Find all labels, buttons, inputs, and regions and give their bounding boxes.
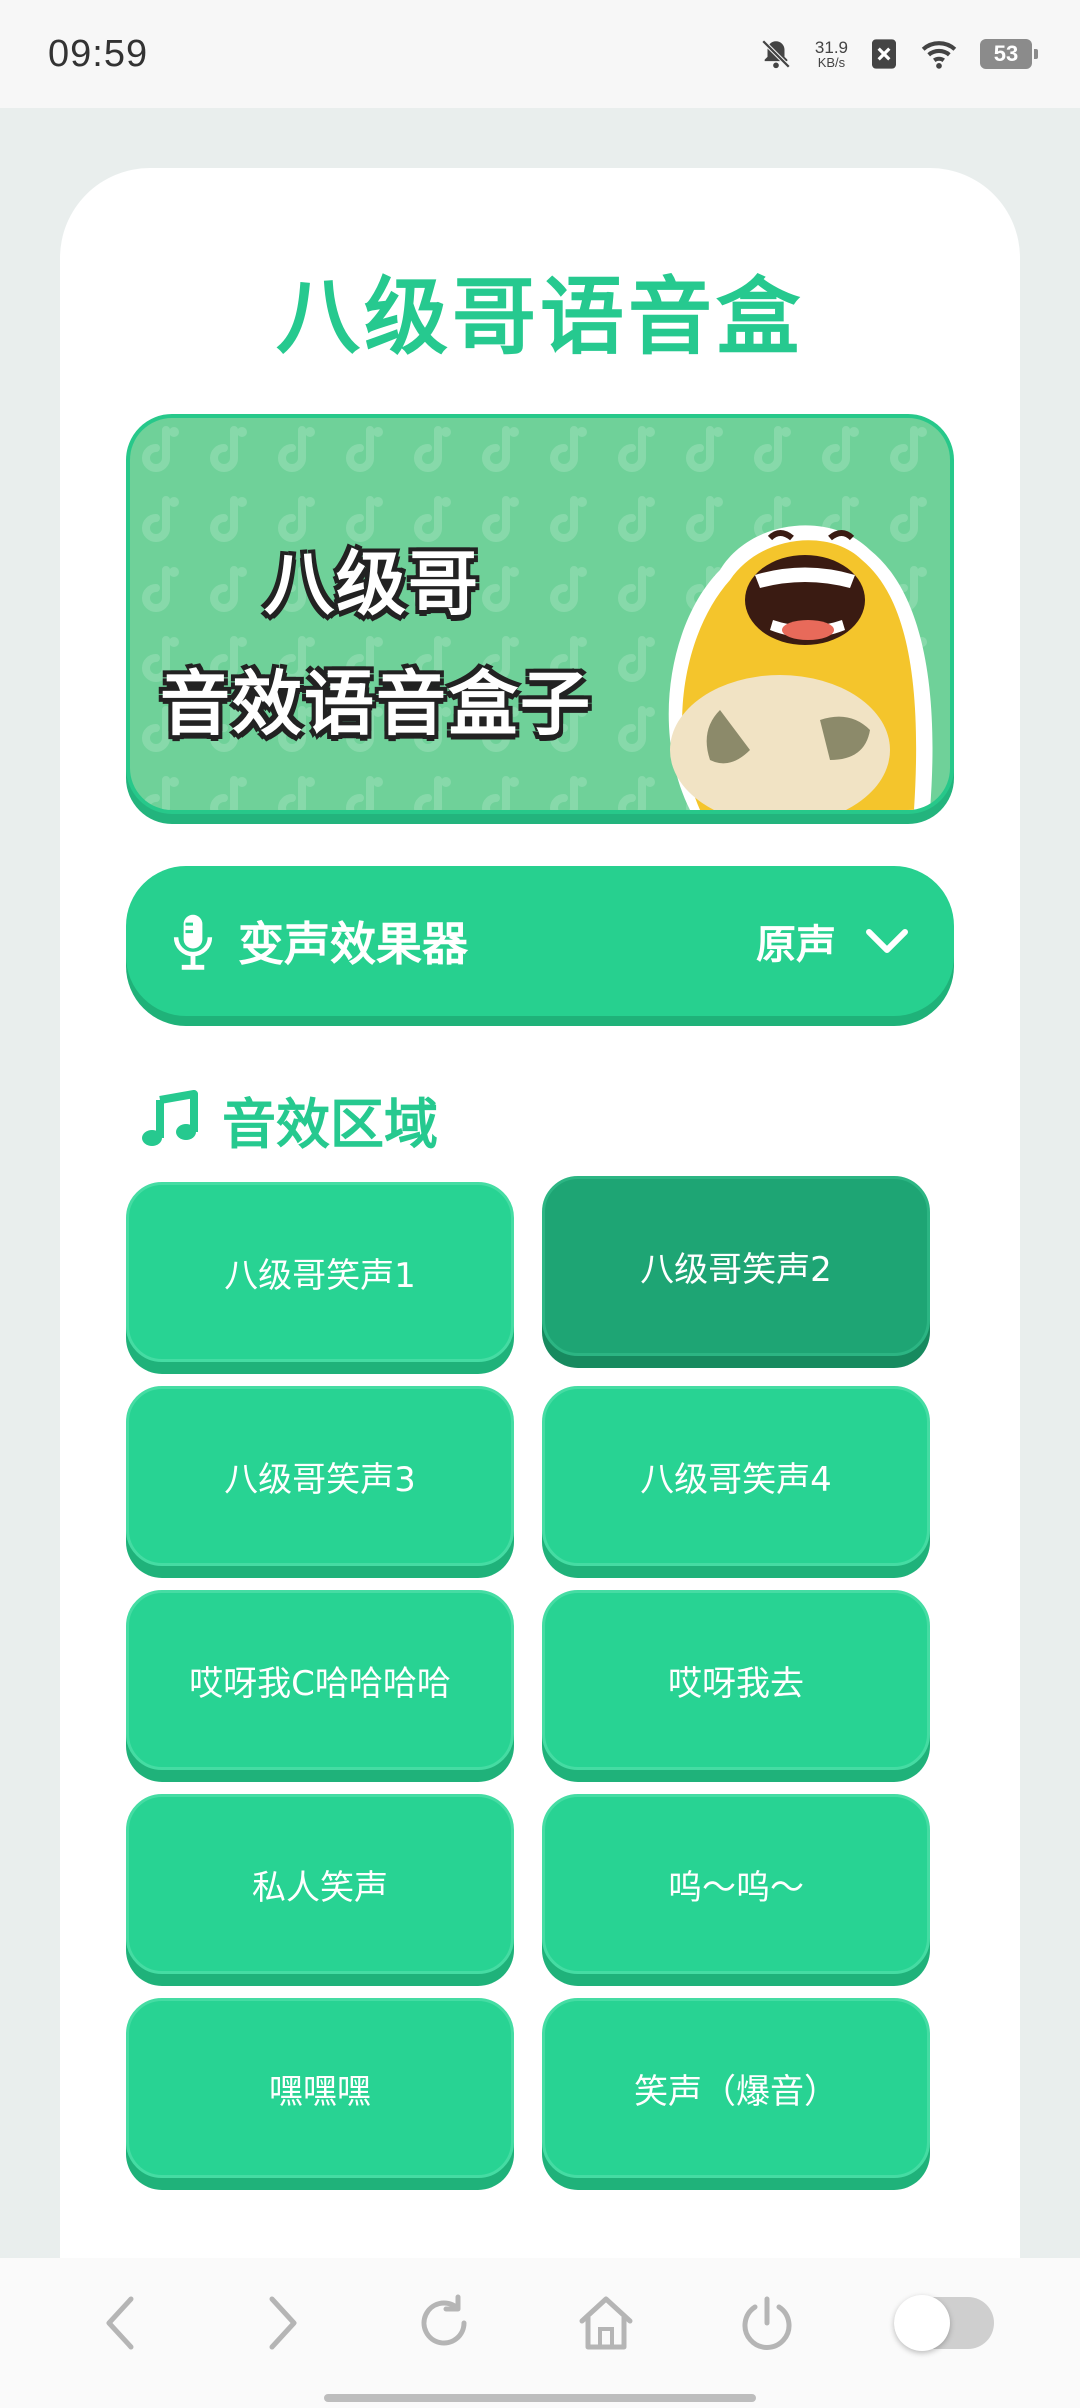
sound-button[interactable]: 八级哥笑声1 (126, 1182, 514, 1362)
sound-button[interactable]: 呜～呜～ (542, 1794, 930, 1974)
music-note-icon (142, 1089, 198, 1146)
toggle-switch[interactable] (894, 2295, 995, 2351)
sound-button[interactable]: 哎呀我去 (542, 1590, 930, 1770)
sound-button[interactable]: 八级哥笑声3 (126, 1386, 514, 1566)
banner-line2: 音效语音盒子 (160, 663, 592, 745)
banner: 八级哥 音效语音盒子 (126, 414, 954, 814)
voice-changer-dropdown[interactable]: 变声效果器 原声 (126, 866, 954, 1016)
app-title: 八级哥语音盒 (275, 268, 804, 366)
sound-button[interactable]: 笑声（爆音） (542, 1998, 930, 2178)
sound-section-title: 音效区域 (222, 1093, 438, 1156)
sound-button[interactable]: 嘿嘿嘿 (126, 1998, 514, 2178)
network-speed-value: 31.9 (814, 38, 848, 57)
voice-changer-label: 变声效果器 (238, 917, 468, 971)
sound-button[interactable]: 私人笑声 (126, 1794, 514, 1974)
refresh-button[interactable] (409, 2288, 479, 2358)
bottom-navigation-bar (0, 2258, 1080, 2408)
microphone-icon (173, 914, 213, 970)
status-bar: 09:59 31.9 KB/s 53 (0, 0, 1080, 108)
home-button[interactable] (571, 2288, 641, 2358)
back-button[interactable] (86, 2288, 156, 2358)
sound-grid: 八级哥笑声1 八级哥笑声2 八级哥笑声3 八级哥笑声4 哎呀我C哈哈哈哈 哎呀我… (126, 1176, 930, 2178)
sound-button[interactable]: 八级哥笑声2 (542, 1176, 930, 1356)
back-icon (106, 2296, 134, 2350)
battery-icon: 53 (980, 39, 1038, 69)
power-button[interactable] (732, 2288, 802, 2358)
sound-section-header: 音效区域 (138, 1080, 438, 1159)
wifi-icon (921, 41, 957, 69)
voice-changer-selected: 原声 (756, 922, 836, 968)
network-speed: 31.9 KB/s (815, 39, 848, 69)
forward-icon (269, 2296, 297, 2350)
sim-disabled-icon (872, 39, 896, 69)
forward-button[interactable] (247, 2288, 317, 2358)
network-speed-unit: KB/s (817, 55, 846, 70)
bell-muted-icon (761, 39, 791, 69)
mascot-image (668, 525, 933, 810)
banner-line1: 八级哥 (264, 543, 480, 625)
sound-button[interactable]: 哎呀我C哈哈哈哈 (126, 1590, 514, 1770)
home-icon (579, 2296, 633, 2350)
refresh-icon (421, 2294, 467, 2346)
power-icon (743, 2296, 792, 2350)
sound-button[interactable]: 八级哥笑声4 (542, 1386, 930, 1566)
chevron-down-icon (866, 929, 908, 953)
home-indicator (324, 2394, 756, 2402)
status-time: 09:59 (48, 32, 149, 75)
status-icons: 31.9 KB/s 53 (759, 37, 1038, 71)
